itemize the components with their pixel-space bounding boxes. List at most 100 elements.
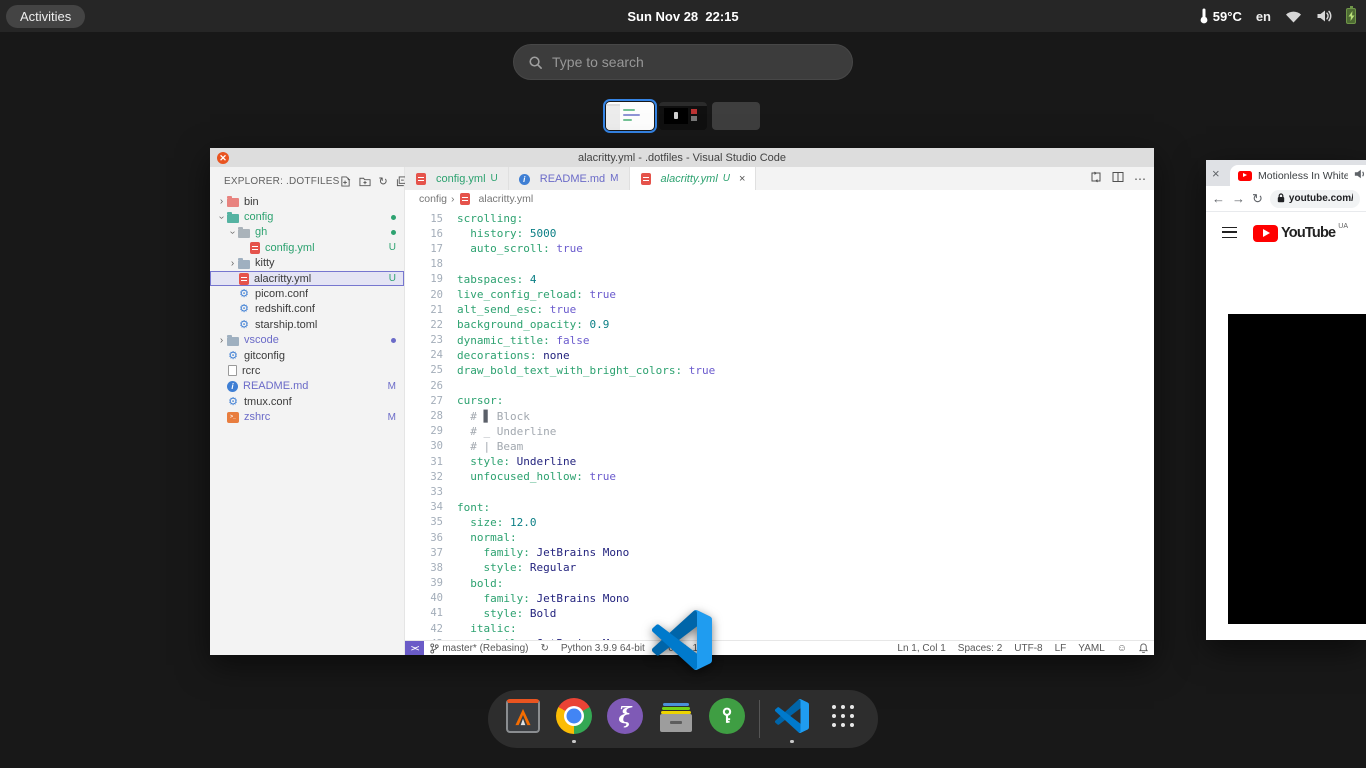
breadcrumb[interactable]: config›alacritty.yml bbox=[405, 190, 1154, 207]
status-item[interactable]: LF bbox=[1049, 641, 1073, 655]
toggle-layout-icon[interactable] bbox=[1090, 170, 1102, 188]
dock-item-alacritty[interactable] bbox=[504, 697, 542, 741]
workspace-thumbnail-1[interactable] bbox=[606, 102, 654, 130]
youtube-logo[interactable]: YouTube UA bbox=[1253, 223, 1348, 242]
status-item[interactable]: Ln 1, Col 1 bbox=[891, 641, 951, 655]
close-tab-icon[interactable]: × bbox=[739, 173, 745, 185]
dock-item-keepassxc[interactable] bbox=[708, 697, 746, 741]
folder-icon bbox=[238, 229, 250, 238]
tree-item-gitconfig[interactable]: ⚙gitconfig bbox=[210, 348, 404, 363]
tab-audio-icon[interactable] bbox=[1354, 167, 1366, 185]
split-editor-icon[interactable] bbox=[1112, 170, 1124, 188]
breadcrumb-item[interactable]: alacritty.yml bbox=[479, 193, 534, 205]
battery-charging-icon bbox=[1346, 8, 1356, 24]
volume-icon bbox=[1316, 9, 1332, 23]
line-number: 38 bbox=[405, 562, 443, 574]
tab-readme-md[interactable]: iREADME.mdM bbox=[509, 167, 630, 190]
chrome-window[interactable]: × Motionless In White - A ← → ↻ youtube.… bbox=[1206, 160, 1366, 640]
code-text: draw_bold_text_with_bright_colors: true bbox=[443, 364, 715, 377]
tree-item-vscode[interactable]: ›vscode bbox=[210, 333, 404, 348]
code-text: cursor: bbox=[443, 394, 503, 407]
tree-item-alacritty-yml[interactable]: alacritty.ymlU bbox=[210, 271, 404, 286]
tree-item-redshift-conf[interactable]: ⚙redshift.conf bbox=[210, 302, 404, 317]
dock-item-files[interactable] bbox=[657, 697, 695, 741]
line-number: 30 bbox=[405, 440, 443, 452]
tree-item-config-yml[interactable]: config.ymlU bbox=[210, 240, 404, 255]
tree-item-readme-md[interactable]: iREADME.mdM bbox=[210, 379, 404, 394]
dock-item-app-grid[interactable] bbox=[824, 697, 862, 741]
code-text: # _ Underline bbox=[443, 425, 556, 438]
status-item[interactable]: UTF-8 bbox=[1008, 641, 1048, 655]
tab-config-yml[interactable]: config.ymlU bbox=[405, 167, 509, 190]
tree-item-label: gitconfig bbox=[244, 350, 285, 362]
vscode-window[interactable]: ✕ alacritty.yml - .dotfiles - Visual Stu… bbox=[210, 148, 1154, 655]
vscode-app-icon[interactable] bbox=[652, 610, 712, 670]
chrome-active-tab[interactable]: Motionless In White - A bbox=[1230, 165, 1366, 186]
dock-item-chrome[interactable] bbox=[555, 697, 593, 741]
dock-item-vscode[interactable] bbox=[773, 697, 811, 741]
keyboard-layout-indicator[interactable]: en bbox=[1256, 9, 1271, 24]
menu-icon[interactable] bbox=[1222, 227, 1237, 238]
line-number: 18 bbox=[405, 258, 443, 270]
refresh-icon[interactable]: ↻ bbox=[379, 175, 388, 188]
code-line: 30 # | Beam bbox=[405, 439, 1154, 454]
folder-icon bbox=[238, 260, 250, 269]
tree-item-label: picom.conf bbox=[255, 288, 308, 300]
breadcrumb-item[interactable]: config bbox=[419, 193, 447, 205]
tab-close-icon[interactable]: × bbox=[1212, 166, 1220, 181]
line-number: 28 bbox=[405, 410, 443, 422]
tree-item-bin[interactable]: ›bin bbox=[210, 194, 404, 209]
chevron-icon[interactable]: › bbox=[216, 335, 227, 346]
thermometer-icon bbox=[1199, 8, 1209, 24]
remote-indicator[interactable]: >< bbox=[405, 641, 424, 655]
dock-item-emacs[interactable]: ξ bbox=[606, 697, 644, 741]
address-bar[interactable]: youtube.com/wa bbox=[1270, 190, 1360, 208]
chevron-icon[interactable]: › bbox=[216, 196, 227, 207]
status-bell-icon[interactable] bbox=[1133, 641, 1154, 655]
video-player[interactable] bbox=[1228, 314, 1366, 624]
tree-item-zshrc[interactable]: >_zshrcM bbox=[210, 409, 404, 424]
search-input[interactable] bbox=[552, 54, 838, 70]
new-file-icon[interactable] bbox=[340, 176, 351, 187]
line-number: 25 bbox=[405, 364, 443, 376]
workspace-switcher bbox=[606, 102, 760, 130]
status-item[interactable]: Spaces: 2 bbox=[952, 641, 1008, 655]
status-feedback-icon[interactable]: ☺ bbox=[1111, 641, 1133, 655]
chrome-tab-strip: × Motionless In White - A bbox=[1206, 160, 1366, 186]
file-tree: ›bin›config›ghconfig.ymlU›kittyalacritty… bbox=[210, 194, 404, 425]
tree-item-kitty[interactable]: ›kitty bbox=[210, 256, 404, 271]
code-line: 20live_config_reload: true bbox=[405, 287, 1154, 302]
tree-item-picom-conf[interactable]: ⚙picom.conf bbox=[210, 286, 404, 301]
clock[interactable]: Sun Nov 28 22:15 bbox=[627, 9, 738, 24]
workspace-thumbnail-3[interactable] bbox=[712, 102, 760, 130]
tree-item-rcrc[interactable]: rcrc bbox=[210, 363, 404, 378]
line-number: 19 bbox=[405, 273, 443, 285]
activities-button[interactable]: Activities bbox=[6, 5, 85, 28]
dash-dock: ξ bbox=[488, 690, 878, 748]
tree-item-label: tmux.conf bbox=[244, 396, 292, 408]
code-editor[interactable]: 15scrolling:16 history: 500017 auto_scro… bbox=[405, 207, 1154, 640]
chevron-icon[interactable]: › bbox=[227, 227, 238, 238]
chevron-icon[interactable]: › bbox=[216, 212, 227, 223]
tree-item-starship-toml[interactable]: ⚙starship.toml bbox=[210, 317, 404, 332]
new-folder-icon[interactable] bbox=[359, 176, 371, 187]
tree-item-config[interactable]: ›config bbox=[210, 209, 404, 224]
status-branch[interactable]: master* (Rebasing) bbox=[424, 641, 534, 655]
status-item[interactable]: YAML bbox=[1072, 641, 1111, 655]
system-status-area[interactable]: 59°C en bbox=[1199, 8, 1356, 24]
status-item[interactable]: Python 3.9.9 64-bit bbox=[555, 641, 651, 655]
tree-item-gh[interactable]: ›gh bbox=[210, 225, 404, 240]
workspace-thumbnail-2[interactable] bbox=[659, 102, 707, 130]
reload-icon[interactable]: ↻ bbox=[1252, 191, 1263, 207]
code-text: font: bbox=[443, 501, 490, 514]
forward-icon[interactable]: → bbox=[1232, 191, 1245, 206]
tab-alacritty-yml[interactable]: alacritty.ymlU× bbox=[630, 167, 757, 190]
git-status-badge: M bbox=[610, 173, 618, 184]
tree-item-tmux-conf[interactable]: ⚙tmux.conf bbox=[210, 394, 404, 409]
more-editor-actions-icon[interactable]: ⋯ bbox=[1134, 172, 1146, 186]
close-window-icon[interactable]: ✕ bbox=[217, 152, 229, 164]
overview-search-bar[interactable] bbox=[513, 44, 853, 80]
chevron-icon[interactable]: › bbox=[227, 258, 238, 269]
back-icon[interactable]: ← bbox=[1212, 191, 1225, 206]
status-sync[interactable]: ↻ bbox=[535, 641, 555, 655]
